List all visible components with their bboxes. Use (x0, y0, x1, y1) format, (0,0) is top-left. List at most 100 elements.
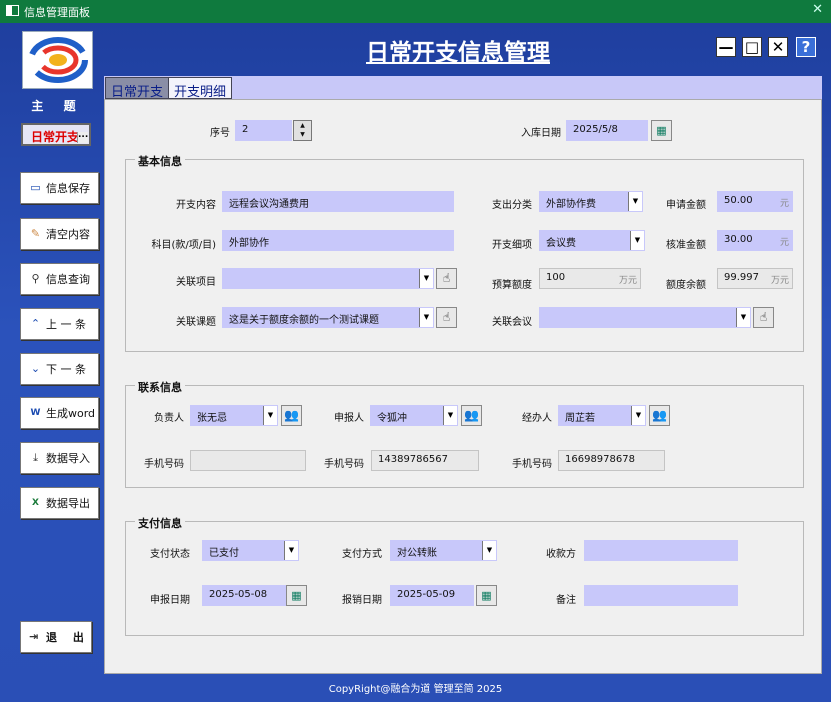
dropdown-arrow-icon[interactable]: ▼ (419, 308, 433, 327)
status-select[interactable]: 已支付 ▼ (202, 540, 299, 561)
handler-phone-input[interactable]: 16698978678 (558, 450, 665, 471)
theme-more-button[interactable]: ... (77, 131, 88, 143)
contact-info-group (125, 385, 804, 488)
category-select[interactable]: 外部协作费 ▼ (539, 191, 643, 212)
detail-value: 会议费 (546, 238, 576, 249)
stock-date-label: 入库日期 (521, 128, 561, 139)
dropdown-arrow-icon[interactable]: ▼ (628, 192, 642, 211)
approved-amount-input[interactable]: 30.00 元 (717, 230, 793, 251)
export-button[interactable]: X 数据导出 (20, 487, 99, 519)
reimburse-date-input[interactable]: 2025-05-09 (390, 585, 474, 606)
exit-label: 退 出 (46, 631, 90, 644)
apply-amount-input[interactable]: 50.00 元 (717, 191, 793, 212)
dropdown-arrow-icon[interactable]: ▼ (443, 406, 457, 425)
save-button[interactable]: ▭ 信息保存 (20, 172, 99, 204)
query-button[interactable]: ⚲ 信息查询 (20, 263, 99, 295)
clear-button[interactable]: ✎ 清空内容 (20, 218, 99, 250)
clear-label: 清空内容 (46, 228, 90, 241)
tab-daily-expense[interactable]: 日常开支 (105, 77, 170, 100)
seq-input[interactable]: 2 (235, 120, 292, 141)
word-icon: W (30, 408, 41, 418)
next-label: 下 一 条 (46, 363, 86, 376)
approved-amount-value: 30.00 (724, 234, 753, 245)
app-title: 日常开支信息管理 (366, 40, 550, 66)
calendar-icon[interactable]: ▦ (476, 585, 497, 606)
budget-unit: 万元 (618, 276, 637, 286)
balance-unit: 万元 (770, 276, 789, 286)
subject-input[interactable]: 外部协作 (222, 230, 454, 251)
dropdown-arrow-icon[interactable]: ▼ (630, 231, 644, 250)
dropdown-arrow-icon[interactable]: ▼ (419, 269, 433, 288)
project-select[interactable]: ▼ (222, 268, 434, 289)
topic-label: 关联课题 (176, 317, 216, 328)
dropdown-arrow-icon[interactable]: ▼ (482, 541, 496, 560)
dropdown-arrow-icon[interactable]: ▼ (736, 308, 750, 327)
exit-button[interactable]: ⇥ 退 出 (20, 621, 92, 653)
excel-icon: X (32, 498, 39, 508)
dropdown-arrow-icon[interactable]: ▼ (284, 541, 298, 560)
method-select[interactable]: 对公转账 ▼ (390, 540, 497, 561)
window-icon (6, 5, 19, 16)
note-label: 备注 (556, 595, 576, 606)
reporter-select[interactable]: 令狐冲 ▼ (370, 405, 458, 426)
meeting-select[interactable]: ▼ (539, 307, 751, 328)
help-button[interactable]: ? (796, 37, 816, 57)
owner-phone-label: 手机号码 (144, 459, 184, 470)
status-label: 支付状态 (150, 549, 190, 560)
category-label: 支出分类 (492, 200, 532, 211)
hand-pointer-icon[interactable]: ☝ (436, 307, 457, 328)
window-close-icon[interactable]: ✕ (812, 2, 823, 17)
contacts-icon[interactable]: 👥 (649, 405, 670, 426)
handler-select[interactable]: 周芷若 ▼ (558, 405, 646, 426)
calendar-icon[interactable]: ▦ (286, 585, 307, 606)
generate-word-button[interactable]: W 生成word (20, 397, 99, 429)
next-record-button[interactable]: ⌄ 下 一 条 (20, 353, 99, 385)
meeting-label: 关联会议 (492, 317, 532, 328)
balance-value: 99.997 (724, 272, 759, 283)
theme-heading: 主 题 (31, 99, 84, 113)
theme-selector[interactable]: 日常开支 ... (21, 123, 91, 146)
topic-select[interactable]: 这是关于额度余额的一个测试课题 ▼ (222, 307, 434, 328)
seq-spinner[interactable]: ▲ ▼ (293, 120, 312, 141)
payment-info-group (125, 521, 804, 636)
balance-label: 额度余额 (666, 280, 706, 291)
hand-pointer-icon[interactable]: ☝ (436, 268, 457, 289)
footer-copyright: CopyRight@融合为道 管理至简 2025 (328, 684, 503, 695)
import-button[interactable]: ⤓ 数据导入 (20, 442, 99, 474)
payee-label: 收款方 (546, 549, 576, 560)
budget-input: 100 万元 (539, 268, 641, 289)
minimize-button[interactable]: — (716, 37, 736, 57)
payment-info-title: 支付信息 (135, 515, 185, 531)
dropdown-arrow-icon[interactable]: ▼ (263, 406, 277, 425)
maximize-button[interactable]: □ (742, 37, 762, 57)
budget-label: 预算额度 (492, 280, 532, 291)
tab-expense-detail[interactable]: 开支明细 (168, 77, 233, 100)
content-input[interactable]: 远程会议沟通费用 (222, 191, 454, 212)
prev-label: 上 一 条 (46, 318, 86, 331)
hand-pointer-icon[interactable]: ☝ (753, 307, 774, 328)
contacts-icon[interactable]: 👥 (461, 405, 482, 426)
report-date-label: 申报日期 (150, 595, 190, 606)
note-input[interactable] (584, 585, 738, 606)
contacts-icon[interactable]: 👥 (281, 405, 302, 426)
query-label: 信息查询 (46, 273, 90, 286)
reimburse-date-label: 报销日期 (342, 595, 382, 606)
detail-select[interactable]: 会议费 ▼ (539, 230, 645, 251)
topic-value: 这是关于额度余额的一个测试课题 (229, 315, 379, 326)
project-label: 关联项目 (176, 277, 216, 288)
dropdown-arrow-icon[interactable]: ▼ (631, 406, 645, 425)
chevron-up-icon: ⌃ (30, 317, 41, 330)
reporter-phone-input[interactable]: 14389786567 (371, 450, 479, 471)
approved-amount-unit: 元 (779, 238, 789, 248)
close-button[interactable]: ✕ (768, 37, 788, 57)
report-date-input[interactable]: 2025-05-08 (202, 585, 286, 606)
balance-input: 99.997 万元 (717, 268, 793, 289)
theme-value: 日常开支 (31, 130, 80, 144)
payee-input[interactable] (584, 540, 738, 561)
stock-date-input[interactable]: 2025/5/8 (566, 120, 648, 141)
owner-phone-input[interactable] (190, 450, 306, 471)
calendar-icon[interactable]: ▦ (651, 120, 672, 141)
prev-record-button[interactable]: ⌃ 上 一 条 (20, 308, 99, 340)
owner-select[interactable]: 张无忌 ▼ (190, 405, 278, 426)
method-value: 对公转账 (397, 548, 437, 559)
